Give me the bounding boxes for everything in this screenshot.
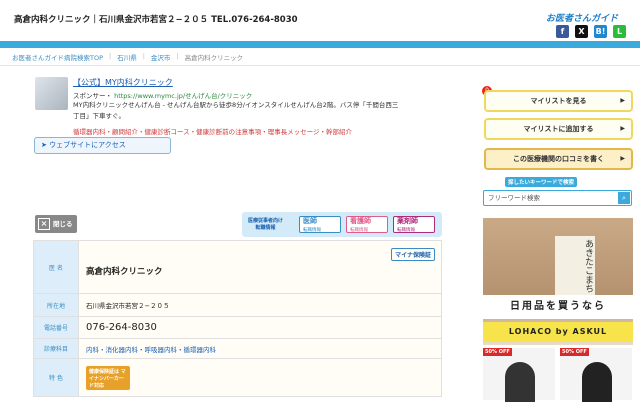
close-button[interactable]: × 閉じる xyxy=(35,215,77,233)
search-icon[interactable]: ⌕ xyxy=(618,192,630,204)
clinic-address: 石川県金沢市若宮２−２０５ xyxy=(78,293,442,317)
table-row: 所在地 石川県金沢市若宮２−２０５ xyxy=(33,293,442,317)
job-doctor-button[interactable]: 医師 転職情報 xyxy=(299,216,341,233)
dept-label: 診療科目 xyxy=(33,338,79,359)
breadcrumb-current: 高倉内科クリニック xyxy=(184,54,244,62)
add-mylist-button[interactable]: マイリストに追加する ▶ xyxy=(484,118,633,140)
search-input[interactable]: フリーワード検索 ⌕ xyxy=(483,190,632,206)
page-header-title: 高倉内科クリニック｜石川県金沢市若宮２−２０５ TEL.076-264-8030 xyxy=(14,15,298,25)
site-logo[interactable]: お医者さんガイド xyxy=(546,11,618,24)
write-review-button[interactable]: この医療機関の口コミを書く ▶ xyxy=(484,148,633,170)
visit-website-button[interactable]: ➤ ウェブサイトにアクセス xyxy=(34,137,171,154)
ad-tagline: 日用品を買うなら xyxy=(483,295,633,319)
myna-badge: マイナ保険証 xyxy=(391,248,435,261)
ad-url[interactable]: https://www.mymc.jp/せんげん台/クリニック xyxy=(114,92,252,100)
arrow-right-icon: ▶ xyxy=(620,125,625,132)
arrow-right-icon: ▶ xyxy=(620,97,625,104)
keyword-search-label: 探したいキーワードで検索 xyxy=(505,177,578,187)
mynumber-badge: 健康保険証は マイナンバーカード対応 xyxy=(86,365,130,390)
job-nurse-button[interactable]: 看護師 転職情報 xyxy=(346,216,388,233)
ad-title-link[interactable]: 【公式】MY内科クリニック xyxy=(73,77,173,88)
discount-badge: 50% OFF xyxy=(560,348,589,356)
job-banner-label: 医療従事者向け 転職情報 xyxy=(248,218,284,231)
breadcrumb-pref[interactable]: 石川県 xyxy=(117,52,137,62)
clinic-info-table: 医 名 マイナ保険証高倉内科クリニック 所在地 石川県金沢市若宮２−２０５ 電話番号… xyxy=(33,240,442,397)
discount-badge: 50% OFF xyxy=(483,348,512,356)
clinic-name: 高倉内科クリニック xyxy=(86,267,163,277)
fashion-ad-1[interactable]: 50% OFF xyxy=(483,348,555,402)
address-label: 所在地 xyxy=(33,293,79,317)
ad-product: あきたこまち xyxy=(555,236,595,296)
line-icon[interactable]: L xyxy=(613,25,626,38)
lohaco-ad[interactable]: あきたこまち 日用品を買うなら LOHACO by ASKUL xyxy=(483,218,633,345)
ad-image[interactable] xyxy=(35,77,68,110)
close-label: 閉じる xyxy=(53,220,73,228)
ad-sponsor: スポンサー・ https://www.mymc.jp/せんげん台/クリニック xyxy=(73,90,252,100)
facebook-icon[interactable]: f xyxy=(556,25,569,38)
header-bar xyxy=(0,41,640,48)
arrow-right-icon: ▶ xyxy=(620,155,625,162)
x-icon[interactable]: X xyxy=(575,25,588,38)
job-banner: 医療従事者向け 転職情報 医師 転職情報 看護師 転職情報 薬剤師 転職情報 xyxy=(242,212,442,237)
clinic-phone: 076-264-8030 xyxy=(78,316,442,339)
view-mylist-button[interactable]: マイリストを見る ▶ xyxy=(484,90,633,112)
ad-sitelinks[interactable]: 循環器内科・顧問紹介・健康診断コース・健康診断前の注意事項・理事長メッセージ・幹… xyxy=(73,126,352,136)
breadcrumb-city[interactable]: 金沢市 xyxy=(151,52,171,62)
ad-brand: LOHACO by ASKUL xyxy=(483,322,633,342)
table-row: 診療科目 内科・消化器内科・呼吸器内科・循環器内科 xyxy=(33,338,442,359)
sponsor-label: スポンサー・ xyxy=(73,92,112,100)
table-row: 医 名 マイナ保険証高倉内科クリニック xyxy=(33,240,442,294)
breadcrumb-top[interactable]: お医者さんガイド病院検索TOP xyxy=(12,52,103,62)
phone-label: 電話番号 xyxy=(33,316,79,339)
table-row: 特 色健康保険証は マイナンバーカード対応 xyxy=(33,358,442,397)
fashion-ad-2[interactable]: 50% OFF xyxy=(560,348,632,402)
name-label: 医 名 xyxy=(33,240,79,294)
ad-description: MY内科クリニックせんげん台 - せんげん台駅から徒歩8分/イオンスタイルせんげ… xyxy=(73,101,399,120)
hatena-icon[interactable]: B! xyxy=(594,25,607,38)
feature-label: 特 色 xyxy=(33,358,79,397)
job-pharmacist-button[interactable]: 薬剤師 転職情報 xyxy=(393,216,435,233)
close-icon: × xyxy=(38,218,50,230)
breadcrumb: お医者さんガイド病院検索TOP | 石川県 | 金沢市 | 高倉内科クリニック xyxy=(12,52,244,62)
table-row: 電話番号 076-264-8030 xyxy=(33,316,442,339)
clinic-departments[interactable]: 内科・消化器内科・呼吸器内科・循環器内科 xyxy=(78,338,442,359)
divider xyxy=(0,65,640,66)
